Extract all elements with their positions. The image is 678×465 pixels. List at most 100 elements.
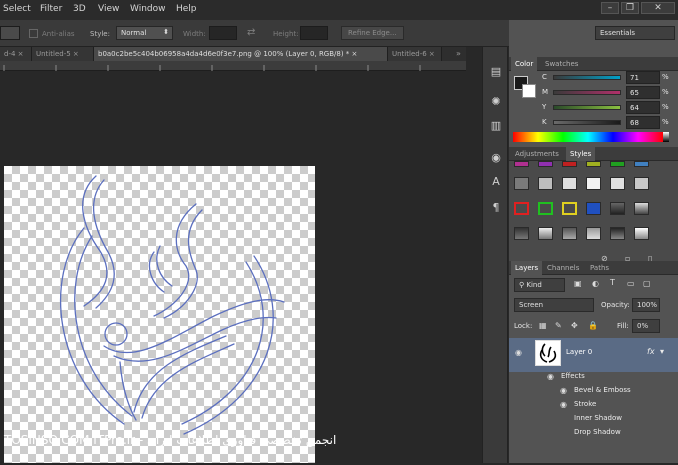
filter-shape-icon[interactable]: ▭ [627, 279, 635, 288]
expand-effects-icon[interactable]: ▾ [660, 347, 664, 356]
clone-source-icon[interactable]: ▥ [488, 119, 504, 133]
style-swatch[interactable] [562, 227, 577, 240]
style-swatch[interactable] [634, 161, 649, 167]
style-swatch[interactable] [514, 202, 529, 215]
tool-preset-picker[interactable] [0, 26, 20, 40]
width-label: Width: [183, 30, 206, 38]
blend-mode-select[interactable]: Screen [514, 298, 594, 312]
swap-icon[interactable]: ⇄ [247, 27, 255, 38]
style-swatch[interactable] [514, 161, 529, 167]
brush-settings-icon[interactable]: ✺ [488, 95, 504, 109]
cyan-slider[interactable] [553, 75, 621, 80]
style-swatch[interactable] [634, 177, 649, 190]
color-spectrum-bar[interactable] [513, 132, 663, 142]
visibility-eye-icon[interactable]: ◉ [515, 348, 522, 357]
tab-swatches[interactable]: Swatches [541, 57, 582, 71]
style-swatch[interactable] [634, 227, 649, 240]
tab-active-document[interactable]: b0a0c2be5c404b06958a4da4d6e0f3e7.png @ 1… [94, 47, 388, 61]
effect-bevel-emboss[interactable]: Bevel & Emboss [574, 386, 631, 394]
tab-layers[interactable]: Layers [511, 261, 543, 275]
style-select[interactable]: Normal ⬍ [116, 26, 173, 40]
style-swatch[interactable] [562, 161, 577, 167]
style-swatch[interactable] [514, 227, 529, 240]
opacity-value: 100% [637, 301, 658, 309]
lock-transparency-icon[interactable]: ▦ [539, 321, 547, 330]
height-input[interactable] [300, 26, 328, 40]
style-swatch[interactable] [538, 177, 553, 190]
width-input[interactable] [209, 26, 237, 40]
lock-all-icon[interactable]: 🔒 [588, 321, 598, 330]
tab-label: d-4 [4, 50, 16, 58]
history-icon[interactable]: ▤ [488, 65, 504, 79]
fill-input[interactable]: 0% [632, 319, 660, 333]
opacity-input[interactable]: 100% [632, 298, 660, 312]
black-value[interactable]: 68 [626, 116, 660, 129]
style-swatch[interactable] [538, 161, 553, 167]
effect-drop-shadow[interactable]: Drop Shadow [574, 428, 621, 436]
layer-filter-select[interactable]: ⚲ Kind [514, 278, 565, 292]
style-swatch[interactable] [586, 202, 601, 215]
menu-window[interactable]: Window [130, 4, 166, 14]
menu-3d[interactable]: 3D [73, 4, 86, 14]
tab-untitled-5[interactable]: Untitled-5 × [32, 47, 94, 61]
style-swatch[interactable] [586, 161, 601, 167]
menu-select[interactable]: Select [3, 4, 31, 14]
tabs-overflow-icon[interactable]: » [456, 49, 461, 58]
canvas-area[interactable]: TOSINSO.COM ITPro.ir - انجمن تخصصی فناور… [0, 71, 466, 463]
effects-visibility-icon[interactable]: ◉ [547, 372, 554, 381]
refine-edge-button[interactable]: Refine Edge... [341, 26, 404, 40]
lock-position-icon[interactable]: ✥ [571, 321, 578, 330]
tab-channels[interactable]: Channels [543, 261, 583, 275]
stroke-visibility-icon[interactable]: ◉ [560, 400, 567, 409]
close-icon[interactable]: ✕ [641, 2, 675, 14]
layer-name[interactable]: Layer 0 [566, 348, 592, 356]
filter-adjustment-icon[interactable]: ◐ [592, 279, 599, 288]
style-swatch[interactable] [586, 227, 601, 240]
paragraph-icon[interactable]: ¶ [488, 201, 504, 215]
grayscale-ramp[interactable] [663, 132, 669, 142]
style-swatch[interactable] [610, 177, 625, 190]
workspace-switcher[interactable]: Essentials [595, 26, 675, 40]
black-slider[interactable] [553, 120, 621, 125]
style-swatch[interactable] [586, 177, 601, 190]
effect-inner-shadow[interactable]: Inner Shadow [574, 414, 622, 422]
tab-paths[interactable]: Paths [586, 261, 613, 275]
tab-untitled-4[interactable]: d-4 × [0, 47, 32, 61]
magenta-slider[interactable] [553, 90, 621, 95]
style-swatch[interactable] [538, 202, 553, 215]
document-canvas[interactable] [4, 166, 315, 463]
lock-image-icon[interactable]: ✎ [555, 321, 562, 330]
effect-stroke[interactable]: Stroke [574, 400, 596, 408]
minimize-icon[interactable]: – [601, 2, 619, 14]
style-swatch[interactable] [610, 161, 625, 167]
menu-view[interactable]: View [98, 4, 119, 14]
antialias-checkbox[interactable] [29, 29, 38, 38]
style-swatch[interactable] [610, 202, 625, 215]
style-swatch[interactable] [610, 227, 625, 240]
filter-type-icon[interactable]: T [610, 278, 615, 287]
menu-help[interactable]: Help [176, 4, 197, 14]
restore-icon[interactable]: ❐ [621, 2, 639, 14]
bevel-visibility-icon[interactable]: ◉ [560, 386, 567, 395]
cyan-value[interactable]: 71 [626, 71, 660, 84]
style-swatch[interactable] [562, 177, 577, 190]
tab-styles[interactable]: Styles [566, 147, 596, 161]
magenta-value[interactable]: 65 [626, 86, 660, 99]
yellow-value[interactable]: 64 [626, 101, 660, 114]
style-swatch[interactable] [562, 202, 577, 215]
style-swatch[interactable] [514, 177, 529, 190]
filter-pixel-icon[interactable]: ▣ [574, 279, 582, 288]
menu-filter[interactable]: Filter [40, 4, 62, 14]
yellow-slider[interactable] [553, 105, 621, 110]
style-swatch[interactable] [538, 227, 553, 240]
layer-row-layer-0[interactable]: ◉ Layer 0 fx ▾ [509, 338, 678, 372]
character-icon[interactable]: A [488, 175, 504, 189]
tab-adjustments[interactable]: Adjustments [511, 147, 563, 161]
style-swatch[interactable] [634, 202, 649, 215]
fill-label: Fill: [617, 322, 629, 330]
info-icon[interactable]: ◉ [488, 151, 504, 165]
tab-untitled-6[interactable]: Untitled-6 × [388, 47, 442, 61]
filter-smart-object-icon[interactable]: ▢ [643, 279, 651, 288]
tab-color[interactable]: Color [511, 57, 538, 71]
fx-badge[interactable]: fx [647, 347, 655, 356]
